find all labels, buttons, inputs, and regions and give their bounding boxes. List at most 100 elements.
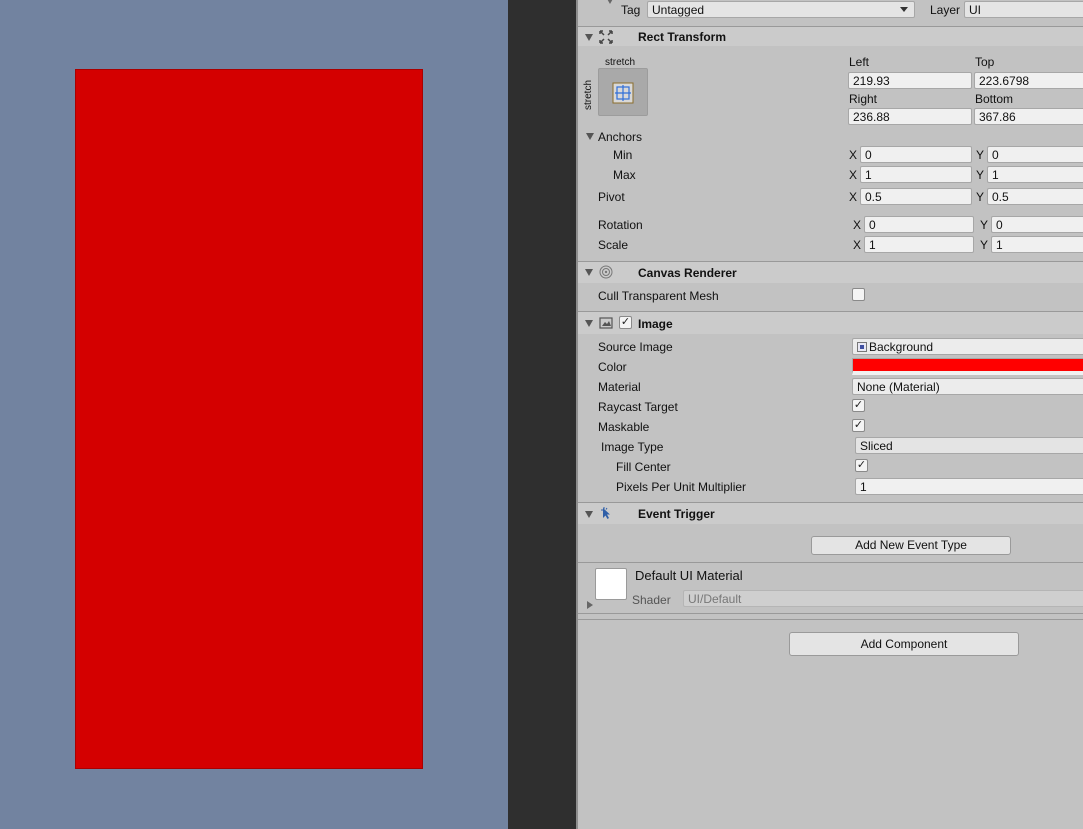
check-icon: ✓ [620,316,631,328]
bottom-field[interactable]: 367.86 [974,108,1083,125]
inspector-separator-1 [578,613,1083,614]
scale-y-field[interactable]: 1 [991,236,1083,253]
pivot-x-field[interactable]: 0.5 [860,188,972,205]
rect-transform-header[interactable]: Rect Transform [578,26,1083,46]
material-label: Material [598,380,641,394]
foldout-arrow-icon[interactable] [585,269,593,276]
red-image-rect[interactable] [75,69,423,769]
source-image-field[interactable]: Background [852,338,1083,355]
material-name: Default UI Material [635,568,743,583]
top-label: Top [975,55,995,69]
anchor-stretch-icon [612,82,634,104]
shader-label: Shader [632,593,671,607]
max-label: Max [613,168,636,182]
event-trigger-title: Event Trigger [638,507,715,521]
chevron-down-icon [900,7,908,12]
pivot-y-field[interactable]: 0.5 [987,188,1083,205]
scene-view[interactable] [0,0,508,829]
left-field[interactable]: 219.93 [848,72,972,89]
tag-label: Tag [621,3,641,17]
foldout-arrow-icon[interactable] [585,34,593,41]
tag-value: Untagged [652,3,705,17]
rotation-y-label: Y [980,218,989,232]
ppu-multiplier-field[interactable]: 1 [855,478,1083,495]
layer-value: UI [969,3,981,17]
scale-x-field[interactable]: 1 [864,236,974,253]
bottom-label: Bottom [975,92,1014,106]
color-label: Color [598,360,627,374]
fill-center-label: Fill Center [616,460,671,474]
material-separator [578,562,1083,563]
max-x-label: X [849,168,858,182]
add-new-event-type-button[interactable]: Add New Event Type [811,536,1011,555]
source-image-value: Background [869,340,934,354]
left-label: Left [849,55,870,69]
tag-dropdown[interactable]: Untagged [647,1,915,18]
rect-transform-title: Rect Transform [638,30,727,44]
rotation-label: Rotation [598,218,643,232]
cull-transparent-checkbox[interactable] [852,288,865,301]
layer-label: Layer [930,3,961,17]
max-x-field[interactable]: 1 [860,166,972,183]
image-type-dropdown[interactable]: Sliced [855,437,1083,454]
maskable-label: Maskable [598,420,650,434]
scale-label: Scale [598,238,629,252]
sprite-icon [857,342,867,352]
rotation-y-field[interactable]: 0 [991,216,1083,233]
event-trigger-header[interactable]: Event Trigger [578,502,1083,524]
inspector-separator-2 [578,619,1083,620]
right-label: Right [849,92,878,106]
material-field[interactable]: None (Material) [852,378,1083,395]
check-icon: ✓ [853,399,864,411]
image-enabled-checkbox[interactable]: ✓ [619,316,632,329]
anchor-preset-button[interactable] [598,68,648,116]
image-type-label: Image Type [601,440,664,454]
check-icon: ✓ [853,419,864,431]
image-component-header[interactable]: ✓ Image [578,311,1083,334]
color-swatch[interactable] [852,358,1083,375]
min-x-label: X [849,148,858,162]
maskable-checkbox[interactable]: ✓ [852,419,865,432]
inspector-panel: Tag Untagged Layer UI Rect Transform str… [576,0,1083,829]
add-component-button[interactable]: Add Component [789,632,1019,656]
image-title: Image [638,317,673,331]
canvas-renderer-icon [599,265,613,279]
rotation-x-field[interactable]: 0 [864,216,974,233]
pivot-y-label: Y [976,190,985,204]
raycast-target-checkbox[interactable]: ✓ [852,399,865,412]
max-y-field[interactable]: 1 [987,166,1083,183]
cull-transparent-label: Cull Transparent Mesh [598,289,719,303]
scale-x-label: X [853,238,862,252]
shader-dropdown[interactable]: UI/Default [683,590,1083,607]
ppu-multiplier-label: Pixels Per Unit Multiplier [616,480,747,494]
material-thumbnail[interactable] [595,568,627,600]
right-field[interactable]: 236.88 [848,108,972,125]
raycast-target-label: Raycast Target [598,400,678,414]
min-y-field[interactable]: 0 [987,146,1083,163]
layer-dropdown[interactable]: UI [964,1,1083,18]
fill-center-checkbox[interactable]: ✓ [855,459,868,472]
foldout-arrow-icon[interactable] [585,320,593,327]
scale-y-label: Y [980,238,989,252]
anchors-label: Anchors [598,130,643,144]
expand-arrow-icon[interactable] [587,601,593,609]
min-y-label: Y [976,148,985,162]
anchor-preset-v-label: stretch [583,79,594,110]
top-field[interactable]: 223.6798 [974,72,1083,89]
collapse-arrow-icon[interactable] [606,0,614,4]
min-x-field[interactable]: 0 [860,146,972,163]
canvas-renderer-header[interactable]: Canvas Renderer [578,261,1083,283]
min-label: Min [613,148,633,162]
rect-transform-icon [599,30,613,44]
anchors-foldout-icon[interactable] [586,133,594,140]
foldout-arrow-icon[interactable] [585,511,593,518]
pivot-x-label: X [849,190,858,204]
max-y-label: Y [976,168,985,182]
image-component-icon [599,317,613,329]
panel-divider [508,0,576,829]
event-trigger-icon [601,507,610,519]
rotation-x-label: X [853,218,862,232]
source-image-label: Source Image [598,340,673,354]
check-icon: ✓ [856,459,867,471]
canvas-renderer-title: Canvas Renderer [638,266,737,280]
